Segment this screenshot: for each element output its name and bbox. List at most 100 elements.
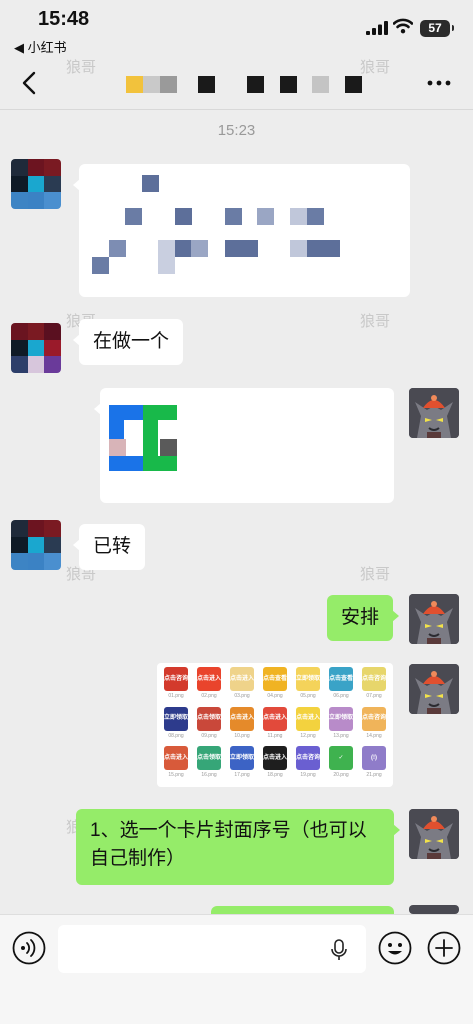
message-bubble[interactable]: 1、选一个卡片封面序号（也可以自己制作） [76, 809, 400, 885]
input-bar [0, 914, 473, 1024]
message-bubble[interactable]: 已转 [72, 524, 146, 570]
sticker-caption: 11.png [267, 732, 283, 739]
sticker-caption: 02.png [201, 693, 217, 699]
sticker-label: (!) [362, 746, 386, 771]
sticker-thumbnail: 点击进入 11.png [260, 706, 290, 744]
my-avatar [409, 905, 459, 914]
sticker-thumbnail: 立即领取 08.png [161, 706, 191, 744]
message-text: 安排 [340, 607, 379, 628]
sticker-thumbnail: 点击查看 04.png [260, 667, 290, 704]
sticker-caption: 19.png [300, 772, 316, 779]
sticker-caption: 20.png [333, 772, 349, 779]
my-avatar[interactable] [409, 594, 459, 644]
sticker-grid-image[interactable]: 点击咨询 01.png 点击进入 02.png 点击进入 03.png 点击查看 04.png… [157, 663, 393, 787]
sticker-thumbnail: 点击咨询 01.png [161, 667, 191, 704]
message-bubble-partial [211, 906, 394, 914]
message-bubble[interactable]: 安排 [326, 595, 400, 641]
sticker-label: ✓ [329, 746, 353, 771]
sticker-caption: 13.png [333, 732, 349, 739]
contact-avatar[interactable] [11, 520, 61, 570]
sticker-thumbnail: 点击咨询 19.png [293, 746, 323, 783]
sticker-thumbnail: 点击咨询 14.png [359, 706, 389, 744]
sticker-caption: 08.png [168, 732, 184, 739]
sticker-caption: 03.png [234, 693, 250, 699]
message-text: 1、选一个卡片封面序号（也可以自己制作） [90, 820, 367, 869]
sticker-label: 立即领取 [230, 746, 254, 771]
sticker-caption: 21.png [366, 772, 382, 779]
sticker-label: 点击进入 [263, 746, 287, 771]
sticker-caption: 09.png [201, 732, 217, 739]
sticker-caption: 12.png [300, 732, 316, 739]
sticker-caption: 01.png [168, 693, 184, 699]
sticker-label: 点击进入 [263, 706, 287, 731]
voice-icon[interactable] [12, 931, 46, 965]
my-avatar[interactable] [409, 664, 459, 714]
sticker-caption: 14.png [366, 732, 382, 739]
sticker-caption: 04.png [267, 693, 283, 699]
sticker-caption: 18.png [267, 772, 283, 779]
sticker-caption: 17.png [234, 772, 250, 779]
sticker-caption: 05.png [300, 693, 316, 699]
sticker-label: 点击进入 [230, 706, 254, 731]
sticker-caption: 06.png [333, 693, 349, 699]
sticker-label: 点击查看 [329, 667, 353, 691]
plus-icon[interactable] [427, 931, 461, 965]
sticker-label: 点击进入 [197, 667, 221, 691]
sticker-label: 立即领取 [296, 667, 320, 691]
my-avatar[interactable] [409, 809, 459, 859]
sticker-thumbnail: 点击进入 18.png [260, 746, 290, 783]
sticker-label: 点击查看 [263, 667, 287, 691]
sticker-caption: 07.png [366, 693, 382, 699]
battery-indicator: 57 [420, 20, 454, 37]
mic-icon[interactable] [330, 939, 348, 961]
watermark: 狼哥 [360, 566, 391, 583]
sticker-thumbnail: 点击进入 02.png [194, 667, 224, 704]
image-message-card[interactable] [94, 388, 394, 503]
wolf-avatar-icon [409, 388, 459, 438]
sticker-label: 立即领取 [329, 706, 353, 731]
image-thumbnail-redacted [109, 405, 177, 471]
wolf-avatar-icon [409, 594, 459, 644]
sticker-thumbnail: 点击咨询 07.png [359, 667, 389, 704]
wolf-avatar-icon [409, 664, 459, 714]
wolf-avatar-icon [409, 809, 459, 859]
sticker-label: 点击领取 [197, 706, 221, 731]
sticker-label: 点击咨询 [296, 746, 320, 771]
sticker-thumbnail: 立即领取 05.png [293, 667, 323, 704]
sticker-label: 点击咨询 [362, 706, 386, 731]
contact-avatar[interactable] [11, 323, 61, 373]
back-to-app-link[interactable]: ◀ 小红书 [14, 37, 67, 56]
sticker-thumbnail: (!) 21.png [359, 746, 389, 783]
watermark: 狼哥 [66, 59, 97, 76]
chat-title-redacted [126, 76, 362, 94]
sticker-thumbnail: 点击查看 06.png [326, 667, 356, 704]
redacted-message-bubble[interactable] [73, 164, 410, 297]
back-arrow-icon[interactable] [16, 68, 44, 98]
watermark: 狼哥 [360, 313, 391, 330]
sticker-label: 点击咨询 [362, 667, 386, 691]
status-bar: 15:48 ◀ 小红书 57 [0, 0, 473, 56]
emoji-icon[interactable] [378, 931, 412, 965]
sticker-thumbnail: 立即领取 17.png [227, 746, 257, 783]
sticker-thumbnail: 点击领取 16.png [194, 746, 224, 783]
contact-avatar[interactable] [11, 159, 61, 209]
message-text: 已转 [93, 536, 132, 557]
sticker-thumbnail: 立即领取 13.png [326, 706, 356, 744]
sticker-thumbnail: 点击进入 12.png [293, 706, 323, 744]
sticker-caption: 16.png [201, 772, 217, 779]
sticker-thumbnail: 点击进入 15.png [161, 746, 191, 783]
sticker-thumbnail: 点击领取 09.png [194, 706, 224, 744]
sticker-label: 立即领取 [164, 706, 188, 731]
message-text: 在做一个 [93, 331, 170, 352]
my-avatar[interactable] [409, 388, 459, 438]
more-icon[interactable] [424, 72, 454, 94]
message-input[interactable] [58, 925, 366, 973]
sticker-caption: 15.png [168, 772, 184, 779]
watermark: 狼哥 [360, 59, 391, 76]
sticker-label: 点击进入 [296, 706, 320, 731]
sticker-label: 点击进入 [230, 667, 254, 691]
message-bubble[interactable]: 在做一个 [72, 319, 184, 365]
status-time: 15:48 [38, 8, 90, 30]
redacted-content [79, 164, 410, 297]
sticker-label: 点击领取 [197, 746, 221, 771]
